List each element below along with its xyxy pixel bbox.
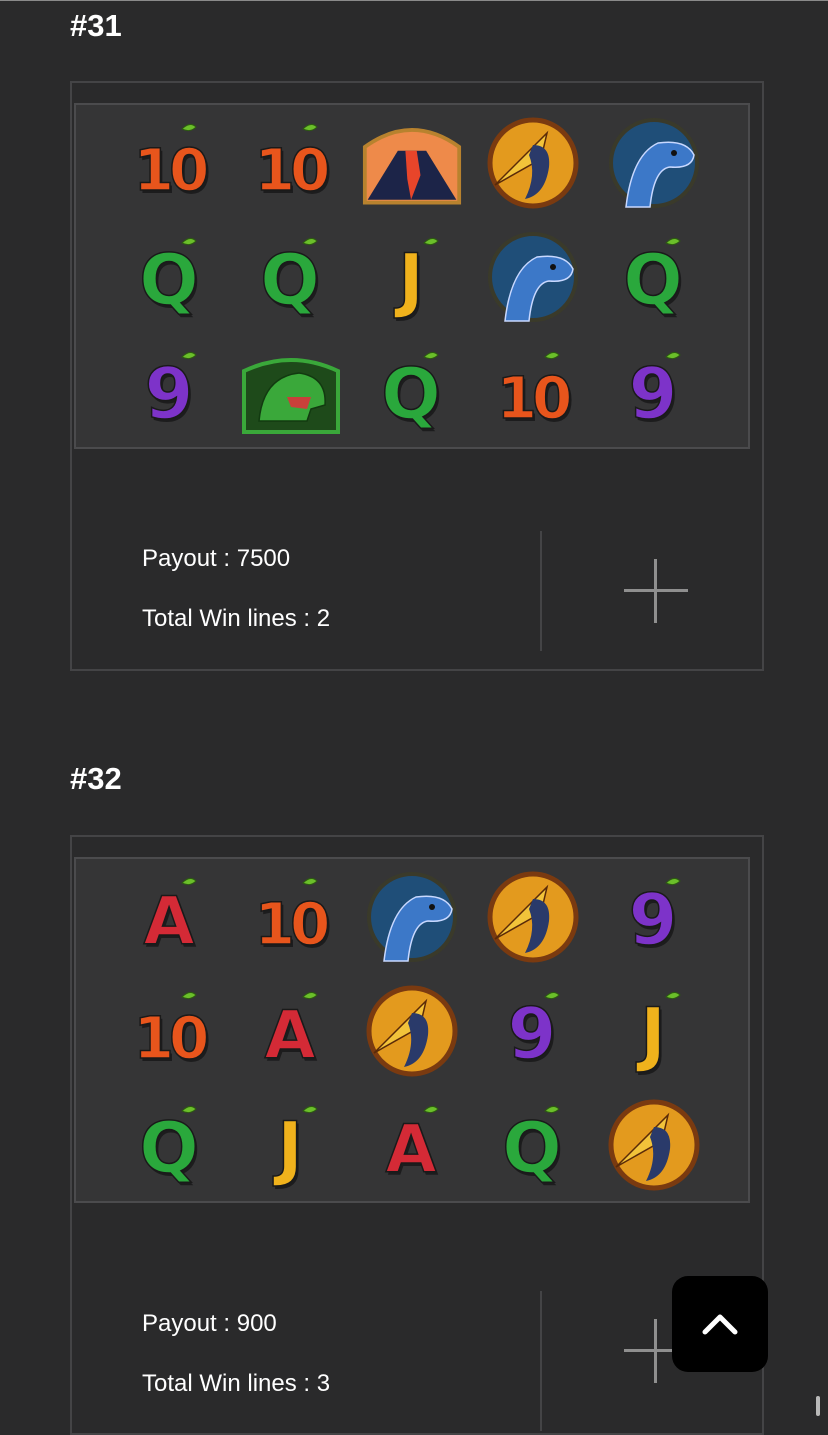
svg-text:10: 10 (255, 890, 328, 958)
ten-symbol: 10 10 (483, 341, 583, 441)
payout-text: Payout : 900 (142, 1310, 277, 1337)
pterodactyl-symbol (604, 1095, 704, 1195)
svg-text:9: 9 (145, 353, 194, 435)
ten-icon: 10 10 (496, 351, 577, 435)
volcano-symbol (362, 113, 462, 213)
svg-text:9: 9 (629, 879, 678, 961)
jack-symbol: J J (362, 227, 462, 327)
ten-icon: 10 10 (133, 123, 214, 207)
svg-text:10: 10 (255, 136, 328, 204)
jack-symbol: J J (241, 1095, 341, 1195)
scroll-to-top-button[interactable] (672, 1276, 768, 1372)
jack-icon: J J (272, 1105, 318, 1192)
spin-title: #31 (70, 8, 122, 43)
queen-symbol: Q Q (483, 1095, 583, 1195)
ten-symbol: 10 10 (241, 113, 341, 213)
ten-symbol: 10 10 (120, 981, 220, 1081)
nine-symbol: 9 9 (120, 341, 220, 441)
queen-icon: Q Q (259, 237, 322, 324)
volcano-icon (362, 128, 462, 205)
ten-symbol: 10 10 (120, 113, 220, 213)
pterodactyl-icon (608, 1099, 700, 1191)
svg-text:9: 9 (508, 993, 557, 1075)
svg-text:9: 9 (629, 353, 678, 435)
payout-text: Payout : 7500 (142, 545, 291, 572)
queen-icon: Q Q (622, 237, 685, 324)
spin-title: #32 (70, 761, 122, 796)
pterodactyl-symbol (483, 867, 583, 967)
nine-symbol: 9 9 (604, 867, 704, 967)
ten-icon: 10 10 (133, 991, 214, 1075)
ace-icon: A A (143, 877, 197, 963)
ace-symbol: A A (362, 1095, 462, 1195)
svg-text:J: J (394, 239, 424, 321)
reel-grid: A A 10 10 9 9 10 10 A A 9 9 J J Q Q J J … (74, 857, 750, 1203)
ace-icon: A A (264, 991, 318, 1077)
brachiosaurus-symbol (483, 227, 583, 327)
pterodactyl-icon (487, 117, 579, 209)
svg-text:Q: Q (139, 239, 199, 321)
t-rex-symbol (241, 341, 341, 441)
top-edge-line (0, 0, 828, 1)
queen-symbol: Q Q (362, 341, 462, 441)
jack-symbol: J J (604, 981, 704, 1081)
queen-symbol: Q Q (241, 227, 341, 327)
spin-card: 10 10 10 10 Q Q Q Q J J Q Q 9 9 Q Q 10 1… (70, 81, 764, 671)
svg-text:10: 10 (134, 136, 207, 204)
svg-text:A: A (143, 883, 194, 960)
brachiosaurus-icon (488, 232, 578, 322)
pterodactyl-icon (487, 871, 579, 963)
nine-icon: 9 9 (144, 351, 197, 438)
svg-text:Q: Q (502, 1107, 562, 1189)
spin-card: A A 10 10 9 9 10 10 A A 9 9 J J Q Q J J … (70, 835, 764, 1435)
nine-icon: 9 9 (628, 351, 681, 438)
queen-symbol: Q Q (604, 227, 704, 327)
vertical-divider (540, 1291, 542, 1431)
svg-text:Q: Q (139, 1107, 199, 1189)
ace-icon: A A (385, 1105, 439, 1191)
svg-text:10: 10 (497, 364, 570, 432)
queen-symbol: Q Q (120, 1095, 220, 1195)
jack-icon: J J (393, 237, 439, 324)
pterodactyl-icon (366, 985, 458, 1077)
svg-text:Q: Q (623, 239, 683, 321)
pterodactyl-symbol (483, 113, 583, 213)
queen-icon: Q Q (501, 1105, 564, 1192)
nine-symbol: 9 9 (604, 341, 704, 441)
brachiosaurus-icon (367, 872, 457, 962)
svg-text:A: A (385, 1111, 436, 1188)
queen-icon: Q Q (380, 351, 443, 438)
nine-icon: 9 9 (628, 877, 681, 964)
svg-text:A: A (264, 997, 315, 1074)
svg-text:J: J (273, 1107, 303, 1189)
plus-icon[interactable] (624, 559, 688, 623)
win-lines-text: Total Win lines : 3 (142, 1370, 331, 1397)
chevron-up-icon (702, 1314, 738, 1335)
reel-grid: 10 10 10 10 Q Q Q Q J J Q Q 9 9 Q Q 10 1… (74, 103, 750, 449)
brachiosaurus-icon (609, 118, 699, 208)
nine-icon: 9 9 (507, 991, 560, 1078)
ten-symbol: 10 10 (241, 867, 341, 967)
brachiosaurus-symbol (362, 867, 462, 967)
svg-text:J: J (636, 993, 666, 1075)
brachiosaurus-symbol (604, 113, 704, 213)
queen-icon: Q Q (138, 237, 201, 324)
win-lines-text: Total Win lines : 2 (142, 605, 331, 632)
scrollbar-thumb[interactable] (816, 1396, 820, 1416)
queen-symbol: Q Q (120, 227, 220, 327)
ace-symbol: A A (120, 867, 220, 967)
t-rex-icon (242, 358, 340, 434)
jack-icon: J J (635, 991, 681, 1078)
svg-text:Q: Q (260, 239, 320, 321)
ten-icon: 10 10 (254, 877, 335, 961)
queen-icon: Q Q (138, 1105, 201, 1192)
ace-symbol: A A (241, 981, 341, 1081)
vertical-divider (540, 531, 542, 651)
svg-text:10: 10 (134, 1004, 207, 1072)
svg-text:Q: Q (381, 353, 441, 435)
ten-icon: 10 10 (254, 123, 335, 207)
nine-symbol: 9 9 (483, 981, 583, 1081)
pterodactyl-symbol (362, 981, 462, 1081)
